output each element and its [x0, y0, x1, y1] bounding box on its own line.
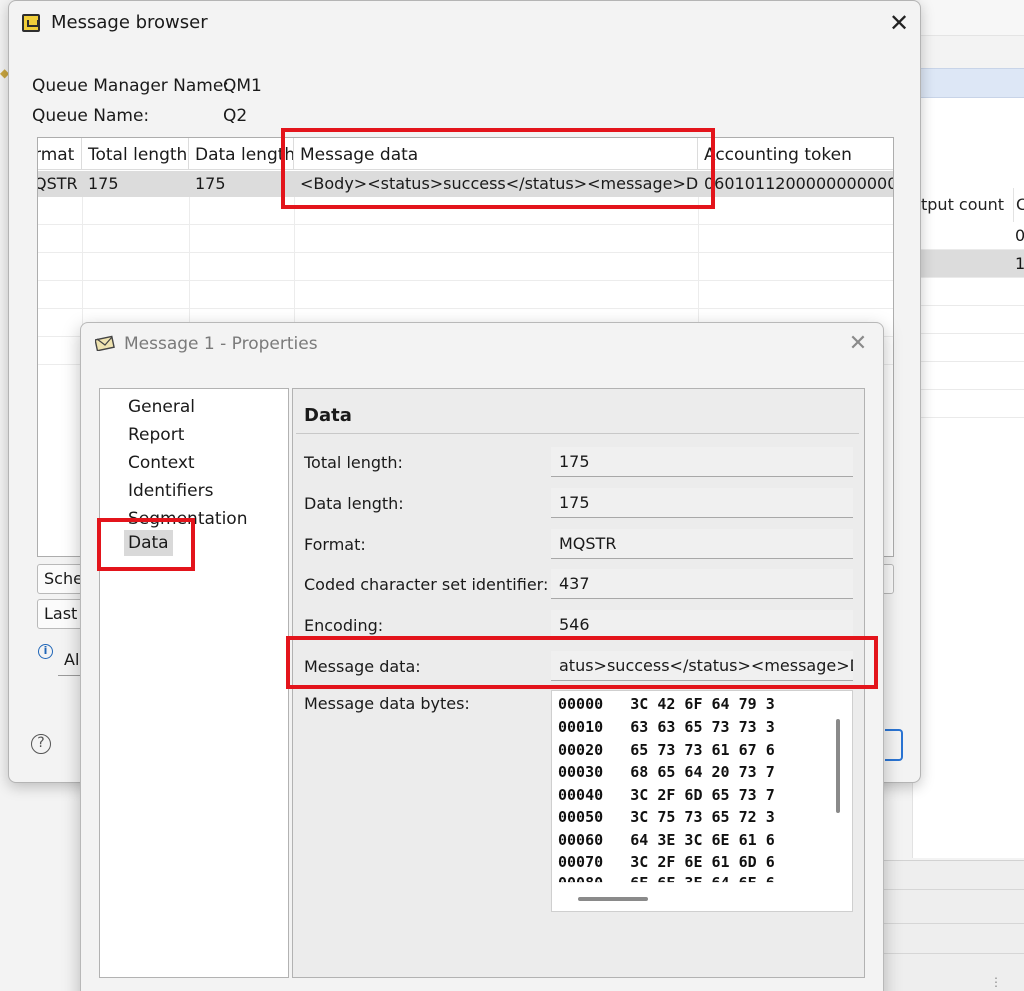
message-data-label: Message data: — [304, 657, 421, 676]
ccsid-label: Coded character set identifier: — [304, 575, 549, 594]
bytes-row: 00050 3C 75 73 65 72 3 — [558, 808, 775, 826]
background-cell: 0 — [1015, 226, 1024, 245]
nav-item-report[interactable]: Report — [124, 422, 188, 448]
background-table-row — [913, 390, 1024, 418]
column-header-message-data[interactable]: Message data — [294, 138, 698, 170]
background-table-row[interactable]: 1 — [913, 250, 1024, 278]
encoding-field[interactable]: 546 — [551, 610, 853, 640]
bytes-row: 00060 64 3E 3C 6E 61 6 — [558, 831, 775, 849]
total-length-label: Total length: — [304, 453, 403, 472]
encoding-label: Encoding: — [304, 616, 384, 635]
message-bytes-viewer[interactable]: 00000 3C 42 6F 64 79 3 00010 63 63 65 73… — [551, 690, 853, 912]
queue-manager-label: Queue Manager Name: — [32, 76, 230, 96]
column-header-data-length[interactable]: Data length — [189, 138, 294, 170]
browser-window-title: Message browser — [51, 12, 208, 33]
cell-message-data: <Body><status>success</status><message>D… — [300, 174, 698, 193]
section-divider — [296, 433, 859, 434]
nav-item-identifiers[interactable]: Identifiers — [124, 478, 217, 504]
background-table-row — [913, 334, 1024, 362]
data-length-field[interactable]: 175 — [551, 488, 853, 518]
format-label: Format: — [304, 535, 366, 554]
help-icon[interactable]: ? — [31, 734, 51, 754]
queue-manager-value: QM1 — [223, 76, 262, 96]
properties-dialog-title: Message 1 - Properties — [124, 334, 318, 354]
bytes-row: 00030 68 65 64 20 73 7 — [558, 763, 775, 781]
close-icon[interactable]: ✕ — [843, 329, 873, 359]
message-data-field[interactable]: atus>success</status><message>Da — [551, 651, 853, 681]
total-length-field[interactable]: 175 — [551, 447, 853, 477]
cell-accounting-token: 0601011200000000000 — [704, 174, 894, 193]
empty-row — [38, 281, 893, 309]
background-table-row — [913, 306, 1024, 334]
table-header: rmat Total length Data length Message da… — [38, 138, 893, 170]
column-header-total-length[interactable]: Total length — [82, 138, 189, 170]
section-heading: Data — [304, 405, 352, 426]
empty-row — [38, 225, 893, 253]
bytes-row: 00040 3C 2F 6D 65 73 7 — [558, 786, 775, 804]
cell-total-length: 175 — [88, 174, 119, 193]
properties-content-panel: Data Total length: 175 Data length: 175 … — [292, 388, 865, 978]
background-toolbar — [920, 0, 1024, 36]
bytes-row: 00010 63 63 65 73 73 3 — [558, 718, 775, 736]
queue-name-value: Q2 — [223, 106, 248, 126]
background-table-row[interactable]: 0 — [913, 222, 1024, 250]
close-icon[interactable]: ✕ — [883, 7, 915, 39]
bytes-row: 00000 3C 42 6F 64 79 3 — [558, 695, 775, 713]
ccsid-field[interactable]: 437 — [551, 569, 853, 599]
background-footer — [880, 860, 1024, 991]
data-length-label: Data length: — [304, 494, 404, 513]
background-table-row — [913, 278, 1024, 306]
table-row[interactable]: QSTR 175 175 <Body><status>success</stat… — [37, 171, 894, 197]
cell-format: QSTR — [37, 174, 78, 193]
mqexplorer-envelope-icon — [22, 14, 40, 32]
format-field[interactable]: MQSTR — [551, 529, 853, 559]
resize-grip-icon[interactable]: ⋮ — [990, 975, 1002, 989]
vertical-scrollbar[interactable] — [836, 719, 840, 813]
bytes-row: 00020 65 73 73 61 67 6 — [558, 741, 775, 759]
cell-data-length: 175 — [195, 174, 226, 193]
nav-item-context[interactable]: Context — [124, 450, 199, 476]
info-icon: i — [38, 644, 53, 659]
empty-row — [38, 253, 893, 281]
default-button-edge[interactable] — [885, 729, 903, 761]
bytes-row: 00070 3C 2F 6E 61 6D 6 — [558, 853, 775, 871]
background-column-header[interactable]: tput count — [921, 188, 1005, 222]
message-properties-dialog: Message 1 - Properties ✕ General Report … — [80, 322, 884, 991]
properties-nav-list: General Report Context Identifiers Segme… — [99, 388, 289, 978]
nav-item-general[interactable]: General — [124, 394, 199, 420]
column-header-format[interactable]: rmat — [38, 138, 82, 170]
background-table-row — [913, 362, 1024, 390]
empty-row — [38, 197, 893, 225]
background-table: tput count C 0 1 — [912, 188, 1024, 858]
nav-item-data[interactable]: Data — [124, 530, 173, 556]
queue-name-label: Queue Name: — [32, 106, 150, 126]
bytes-row: 00080 6E 6E 3E 64 6E 6 — [558, 874, 775, 892]
background-cell: 1 — [1015, 254, 1024, 273]
horizontal-scrollbar[interactable] — [578, 897, 648, 901]
column-header-accounting-token[interactable]: Accounting token — [698, 138, 893, 170]
nav-item-segmentation[interactable]: Segmentation — [124, 506, 251, 532]
message-data-bytes-label: Message data bytes: — [304, 694, 470, 713]
message-envelope-icon — [95, 335, 115, 351]
background-column-header[interactable]: C — [1013, 188, 1024, 222]
background-selected-bar — [920, 68, 1024, 98]
